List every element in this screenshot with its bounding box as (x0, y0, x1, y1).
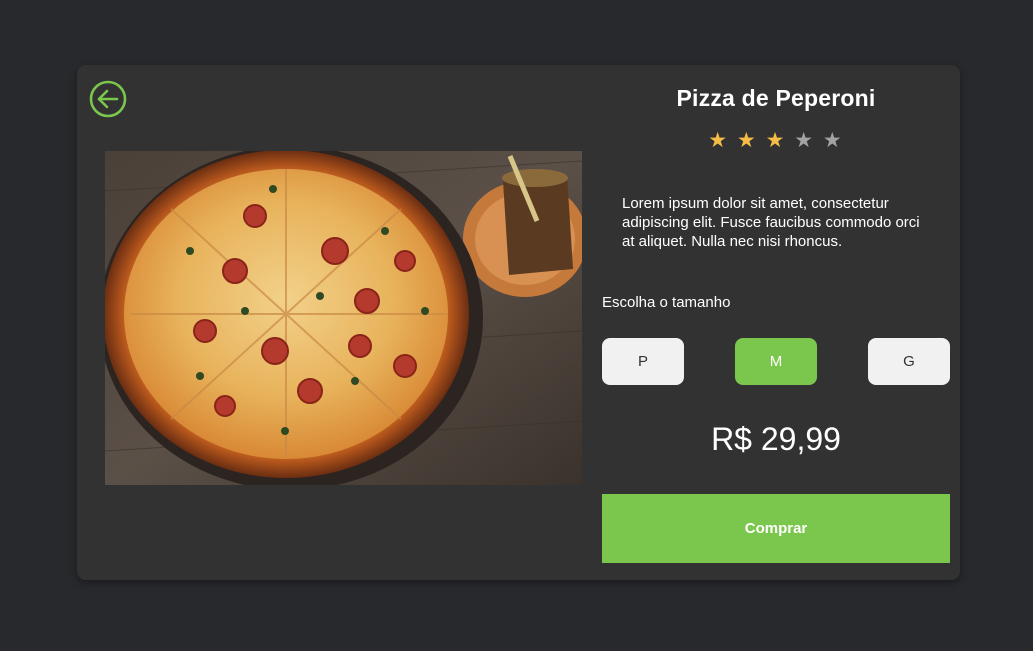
product-price: R$ 29,99 (711, 421, 841, 457)
star-icon: ★ (794, 129, 816, 152)
buy-button[interactable]: Comprar (602, 494, 950, 563)
star-rating: ★ ★ ★ ★ ★ (602, 128, 950, 154)
size-label: Escolha o tamanho (602, 294, 731, 311)
star-icon: ★ (822, 129, 844, 152)
arrow-left-circle-icon (89, 80, 127, 118)
star-icon: ★ (736, 129, 758, 152)
product-details: Pizza de Peperoni ★ ★ ★ ★ ★ Lorem ipsum … (602, 65, 950, 580)
back-button[interactable] (88, 79, 128, 119)
pizza-photo (105, 151, 582, 485)
size-button-m[interactable]: M (735, 338, 817, 385)
star-icon: ★ (765, 129, 787, 152)
size-button-p[interactable]: P (602, 338, 684, 385)
star-icon: ★ (708, 129, 730, 152)
product-title: Pizza de Peperoni (676, 85, 876, 111)
product-description: Lorem ipsum dolor sit amet, consectetur … (622, 195, 920, 250)
product-card: Pizza de Peperoni ★ ★ ★ ★ ★ Lorem ipsum … (77, 65, 960, 580)
size-button-g[interactable]: G (868, 338, 950, 385)
